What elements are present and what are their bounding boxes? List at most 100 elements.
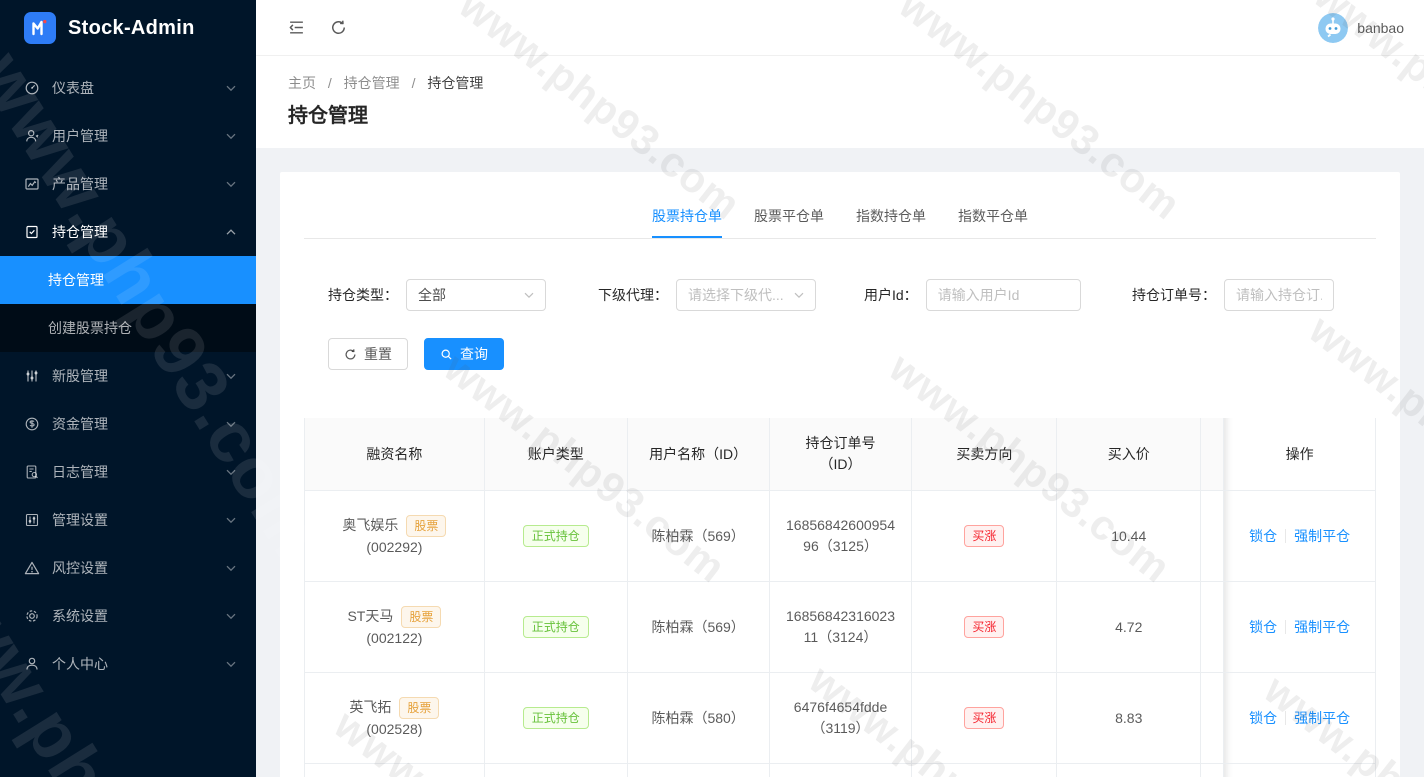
filter-sub-agent: 下级代理： 请选择下级代... (598, 279, 864, 311)
sidebar-item-new-stocks[interactable]: 新股管理 (0, 352, 256, 400)
logo[interactable]: Stock-Admin (0, 0, 256, 56)
sidebar-item-dashboard[interactable]: 仪表盘 (0, 64, 256, 112)
breadcrumb-home[interactable]: 主页 (288, 75, 316, 91)
cell-order-no: 1685684260095496（3125） (770, 491, 913, 582)
position-type-select[interactable]: 全部 (406, 279, 546, 311)
logs-icon (24, 464, 40, 480)
sidebar-subitem-label: 持仓管理 (48, 270, 104, 290)
risk-warning-icon (24, 560, 40, 576)
user-icon (24, 128, 40, 144)
position-icon (24, 224, 40, 240)
direction-badge: 买涨 (964, 525, 1004, 547)
sidebar-item-profile[interactable]: 个人中心 (0, 640, 256, 688)
force-close-link[interactable]: 强制平仓 (1294, 617, 1350, 638)
chevron-down-icon (226, 373, 236, 380)
chevron-down-icon (226, 469, 236, 476)
direction-badge: 买涨 (964, 707, 1004, 729)
breadcrumb-current: 持仓管理 (427, 75, 483, 91)
lock-position-link[interactable]: 锁仓 (1249, 617, 1277, 638)
cell-order-no (770, 764, 913, 777)
column-header: 持仓订单号 （ID） (770, 418, 913, 491)
breadcrumb-positions[interactable]: 持仓管理 (344, 75, 400, 91)
filter-order-no: 持仓订单号： (1132, 279, 1376, 311)
breadcrumb-separator (412, 75, 416, 91)
page-header: 主页 持仓管理 持仓管理 持仓管理 (256, 56, 1424, 149)
sidebar-item-positions[interactable]: 持仓管理 (0, 208, 256, 256)
lock-position-link[interactable]: 锁仓 (1249, 526, 1277, 547)
sidebar-item-system-settings[interactable]: 系统设置 (0, 592, 256, 640)
tab-bar: 股票持仓单 股票平仓单 指数持仓单 指数平仓单 (304, 172, 1376, 239)
column-header: 融资名称 (305, 418, 485, 491)
content-card: 股票持仓单 股票平仓单 指数持仓单 指数平仓单 持仓类型： 全部 下级代理： 请… (280, 172, 1400, 777)
cell-actions: 锁仓强制平仓 (1224, 491, 1376, 582)
sidebar-item-users[interactable]: 用户管理 (0, 112, 256, 160)
chevron-down-icon (226, 133, 236, 140)
stock-code: (002292) (366, 537, 422, 558)
cell-order-no: 1685684231602311（3124） (770, 582, 913, 673)
force-close-link[interactable]: 强制平仓 (1294, 526, 1350, 547)
person-icon (24, 656, 40, 672)
reset-icon (344, 348, 357, 361)
chevron-down-icon (794, 292, 804, 299)
sidebar-item-admin-settings[interactable]: 管理设置 (0, 496, 256, 544)
chevron-down-icon (524, 292, 534, 299)
sidebar-subitem-create-stock-position[interactable]: 创建股票持仓 (0, 304, 256, 352)
reset-label: 重置 (364, 344, 392, 364)
cell-direction (912, 764, 1057, 777)
force-close-link[interactable]: 强制平仓 (1294, 708, 1350, 729)
filter-position-type: 持仓类型： 全部 (328, 279, 598, 311)
stock-code: (002122) (366, 628, 422, 649)
tab-index-closed[interactable]: 指数平仓单 (958, 194, 1028, 238)
sidebar-subitem-label: 创建股票持仓 (48, 318, 132, 338)
sidebar-item-label: 仪表盘 (52, 78, 226, 98)
order-no-input[interactable] (1224, 279, 1334, 311)
account-type-badge: 正式持仓 (523, 707, 589, 729)
sub-agent-select[interactable]: 请选择下级代... (676, 279, 816, 311)
query-label: 查询 (460, 344, 488, 364)
cell-direction: 买涨 (912, 673, 1057, 764)
lock-position-link[interactable]: 锁仓 (1249, 708, 1277, 729)
reset-button[interactable]: 重置 (328, 338, 408, 370)
column-header: 买入价 (1057, 418, 1201, 491)
stock-tag: 股票 (406, 515, 446, 537)
cell-clipped (1201, 673, 1224, 764)
menu-fold-icon[interactable] (288, 19, 305, 36)
filter-label: 持仓类型： (328, 285, 398, 305)
action-divider (1285, 529, 1286, 543)
sidebar-item-products[interactable]: 产品管理 (0, 160, 256, 208)
cell-account-type: 正式持仓 (485, 673, 628, 764)
app-title: Stock-Admin (68, 17, 195, 40)
table-row: ST天马股票 (002122) 正式持仓 陈柏霖（569） 1685684231… (305, 582, 1376, 673)
tab-index-positions[interactable]: 指数持仓单 (856, 194, 926, 238)
table-body: 奥飞娱乐股票 (002292) 正式持仓 陈柏霖（569） 1685684260… (305, 491, 1376, 777)
select-value: 全部 (418, 285, 446, 305)
cell-order-no: 6476f4654fdde（3119） (770, 673, 913, 764)
sidebar-item-funds[interactable]: 资金管理 (0, 400, 256, 448)
cell-direction: 买涨 (912, 582, 1057, 673)
tab-stock-positions[interactable]: 股票持仓单 (652, 194, 722, 238)
query-button[interactable]: 查询 (424, 338, 504, 370)
cell-clipped (1201, 764, 1224, 777)
user-menu[interactable]: banbao (1318, 13, 1404, 43)
sidebar: Stock-Admin 仪表盘 用户管理 产品管理 持仓管理 持仓管理 (0, 0, 256, 777)
sidebar-item-label: 管理设置 (52, 510, 226, 530)
stock-name: 奥飞娱乐 (342, 515, 398, 536)
stock-tag: 股票 (401, 606, 441, 628)
select-placeholder: 请选择下级代... (688, 285, 784, 305)
funds-icon (24, 416, 40, 432)
stock-name: 英飞拓 (349, 697, 391, 718)
sidebar-item-risk-settings[interactable]: 风控设置 (0, 544, 256, 592)
main-content: 股票持仓单 股票平仓单 指数持仓单 指数平仓单 持仓类型： 全部 下级代理： 请… (256, 148, 1424, 777)
tab-stock-closed[interactable]: 股票平仓单 (754, 194, 824, 238)
sidebar-item-label: 持仓管理 (52, 222, 226, 242)
sidebar-item-logs[interactable]: 日志管理 (0, 448, 256, 496)
sidebar-subitem-position-management[interactable]: 持仓管理 (0, 256, 256, 304)
reload-icon[interactable] (330, 19, 347, 36)
avatar (1318, 13, 1348, 43)
breadcrumb: 主页 持仓管理 持仓管理 (288, 73, 1392, 93)
user-id-input[interactable] (926, 279, 1081, 311)
cell-direction: 买涨 (912, 491, 1057, 582)
cell-account-type: 正式持仓 (485, 582, 628, 673)
action-divider (1285, 711, 1286, 725)
chevron-down-icon (226, 565, 236, 572)
